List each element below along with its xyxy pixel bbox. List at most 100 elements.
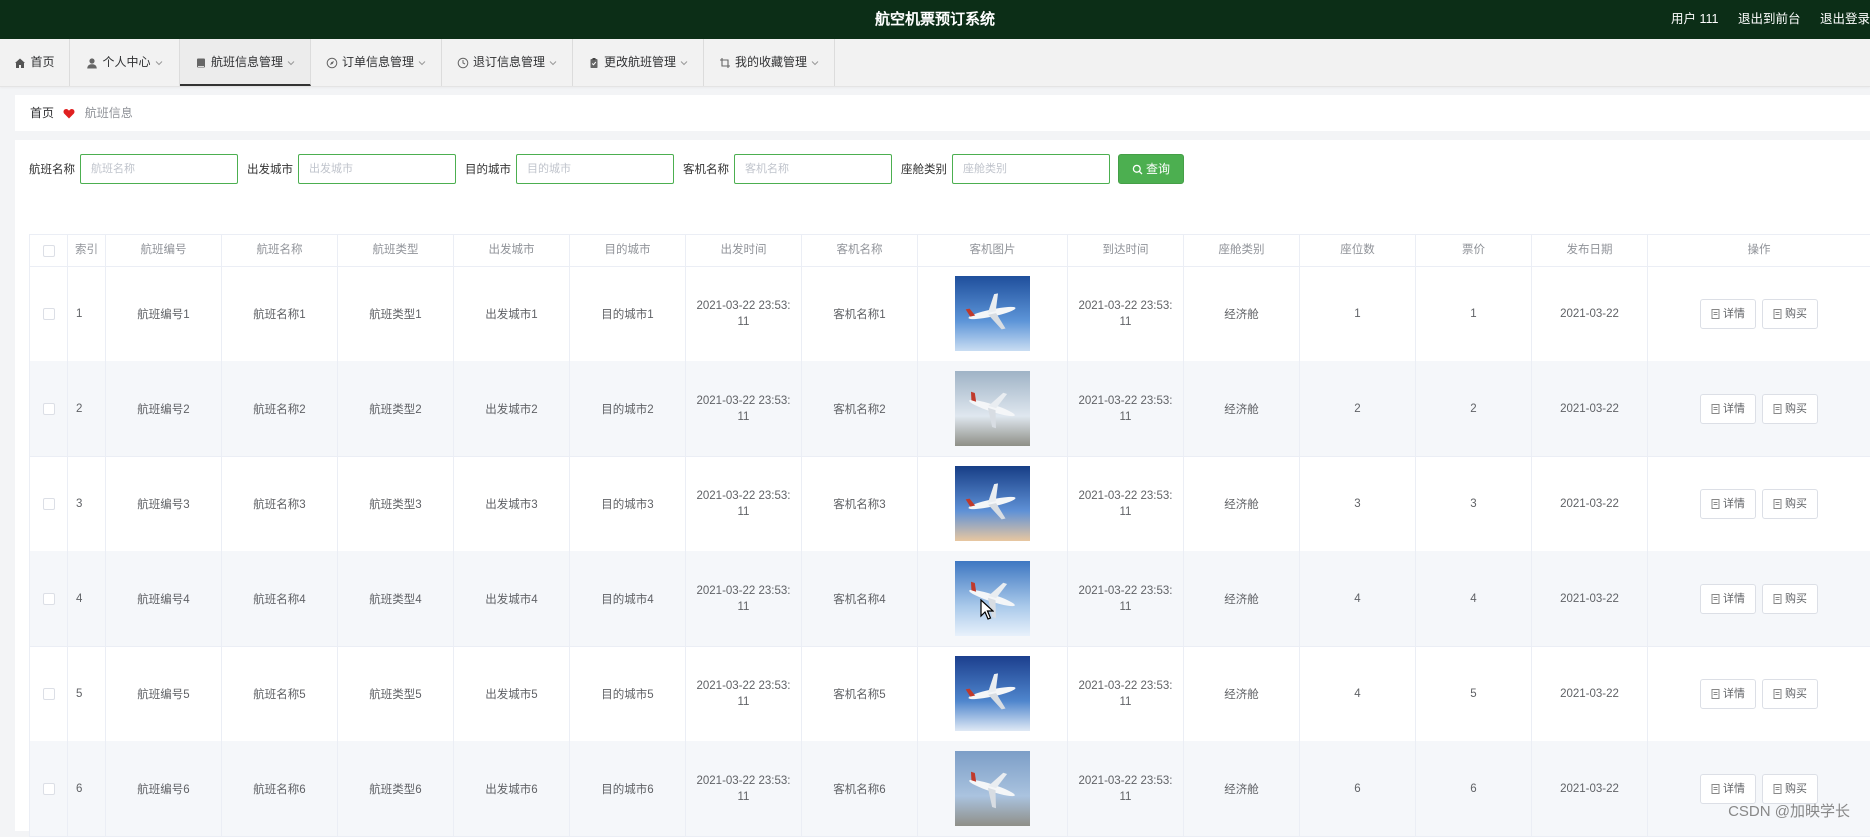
logout-link[interactable]: 退出登录	[1820, 12, 1870, 26]
cell-flight-name: 航班名称3	[221, 456, 337, 551]
cell-arrive: 2021-03-22 23:53:11	[1067, 646, 1183, 741]
document-icon	[1711, 688, 1720, 699]
document-icon	[1773, 498, 1782, 509]
chevron-down-icon	[418, 60, 426, 66]
row-checkbox[interactable]	[42, 402, 55, 415]
cell-flight-type: 航班类型4	[337, 551, 453, 646]
buy-button[interactable]: 购买	[1762, 488, 1818, 519]
row-checkbox[interactable]	[42, 592, 55, 605]
airplane-photo[interactable]	[955, 466, 1030, 541]
plane-image-cell	[917, 741, 1067, 836]
select-all-checkbox[interactable]	[42, 245, 55, 257]
buy-label: 购买	[1785, 307, 1807, 320]
document-icon	[1773, 688, 1782, 699]
user-icon	[87, 58, 98, 69]
buy-label: 购买	[1785, 402, 1807, 415]
header-cabin-class: 座舱类别	[1183, 235, 1299, 266]
cell-flight-type: 航班类型1	[337, 266, 453, 361]
cell-index: 4	[67, 551, 105, 646]
buy-button[interactable]: 购买	[1762, 298, 1818, 329]
nav-item-change-flight[interactable]: 更改航班管理	[573, 39, 704, 86]
header-flight-name: 航班名称	[221, 235, 337, 266]
detail-button[interactable]: 详情	[1700, 393, 1756, 424]
airplane-photo[interactable]	[955, 656, 1030, 731]
cell-from: 出发城市4	[453, 551, 569, 646]
crop-icon	[719, 57, 730, 68]
document-icon	[1711, 403, 1720, 414]
flight-name-label: 航班名称	[29, 164, 75, 176]
destination-city-input[interactable]	[516, 154, 674, 184]
detail-button[interactable]: 详情	[1700, 583, 1756, 614]
cell-date: 2021-03-22	[1531, 646, 1647, 741]
airplane-photo[interactable]	[955, 371, 1030, 446]
table-row: 2 航班编号2 航班名称2 航班类型2 出发城市2 目的城市2 2021-03-22 23:…	[29, 361, 1870, 457]
cell-arrive: 2021-03-22 23:53:11	[1067, 361, 1183, 456]
nav-item-home[interactable]: 首页	[0, 39, 70, 86]
plane-name-label: 客机名称	[683, 164, 729, 176]
document-icon	[1773, 403, 1782, 414]
airplane-photo[interactable]	[955, 276, 1030, 351]
cell-flight-type: 航班类型2	[337, 361, 453, 456]
compass-icon	[326, 57, 338, 69]
cell-flight-name: 航班名称1	[221, 266, 337, 361]
user-label: 用户 111	[1671, 12, 1719, 26]
nav-item-order-info[interactable]: 订单信息管理	[311, 39, 442, 86]
document-icon	[1773, 593, 1782, 604]
detail-button[interactable]: 详情	[1700, 773, 1756, 804]
header-index: 索引	[67, 235, 105, 266]
cell-price: 1	[1415, 266, 1531, 361]
cell-from: 出发城市3	[453, 456, 569, 551]
flight-name-input[interactable]	[80, 154, 238, 184]
buy-label: 购买	[1785, 592, 1807, 605]
cell-flight-no: 航班编号6	[105, 741, 221, 836]
chevron-down-icon	[549, 60, 557, 66]
row-checkbox[interactable]	[42, 782, 55, 795]
app-title: 航空机票预订系统	[874, 11, 995, 28]
cell-flight-no: 航班编号2	[105, 361, 221, 456]
header-to-city: 目的城市	[569, 235, 685, 266]
cell-plane: 客机名称5	[801, 646, 917, 741]
cell-index: 5	[67, 646, 105, 741]
buy-button[interactable]: 购买	[1762, 773, 1818, 804]
breadcrumb: 首页 航班信息	[30, 95, 133, 131]
cell-depart: 2021-03-22 23:53:11	[685, 361, 801, 456]
plane-name-input[interactable]	[734, 154, 892, 184]
cell-cabin: 经济舱	[1183, 456, 1299, 551]
cell-plane: 客机名称2	[801, 361, 917, 456]
detail-button[interactable]: 详情	[1700, 298, 1756, 329]
back-to-front-link[interactable]: 退出到前台	[1738, 12, 1801, 26]
chevron-down-icon	[287, 60, 295, 66]
departure-city-input[interactable]	[298, 154, 456, 184]
nav-item-favorites[interactable]: 我的收藏管理	[704, 39, 835, 86]
row-checkbox[interactable]	[42, 307, 55, 320]
nav-item-personal-center[interactable]: 个人中心	[70, 39, 180, 86]
nav-item-flight-info[interactable]: 航班信息管理	[180, 39, 311, 86]
search-button[interactable]: 查询	[1118, 154, 1184, 184]
table-row: 5 航班编号5 航班名称5 航班类型5 出发城市5 目的城市5 2021-03-22 23:…	[29, 646, 1870, 742]
table-row: 3 航班编号3 航班名称3 航班类型3 出发城市3 目的城市3 2021-03-22 23:…	[29, 456, 1870, 552]
buy-button[interactable]: 购买	[1762, 583, 1818, 614]
cabin-class-input[interactable]	[952, 154, 1110, 184]
cell-seats: 6	[1299, 741, 1415, 836]
cell-depart: 2021-03-22 23:53:11	[685, 456, 801, 551]
breadcrumb-home[interactable]: 首页	[30, 106, 54, 120]
detail-button[interactable]: 详情	[1700, 488, 1756, 519]
cell-depart: 2021-03-22 23:53:11	[685, 266, 801, 361]
cell-index: 6	[67, 741, 105, 836]
buy-button[interactable]: 购买	[1762, 393, 1818, 424]
buy-button[interactable]: 购买	[1762, 678, 1818, 709]
cell-cabin: 经济舱	[1183, 551, 1299, 646]
row-checkbox[interactable]	[42, 687, 55, 700]
breadcrumb-bar: 首页 航班信息	[15, 95, 1870, 131]
actions-cell: 详情 购买	[1647, 646, 1870, 741]
cell-price: 5	[1415, 646, 1531, 741]
header-actions: 用户 111 退出到前台 退出登录	[1671, 0, 1870, 39]
clock-icon	[457, 57, 469, 69]
cell-cabin: 经济舱	[1183, 361, 1299, 456]
airplane-photo[interactable]	[955, 751, 1030, 826]
nav-item-refund-info[interactable]: 退订信息管理	[442, 39, 573, 86]
heart-icon	[63, 109, 75, 119]
row-checkbox[interactable]	[42, 497, 55, 510]
cell-seats: 1	[1299, 266, 1415, 361]
detail-button[interactable]: 详情	[1700, 678, 1756, 709]
